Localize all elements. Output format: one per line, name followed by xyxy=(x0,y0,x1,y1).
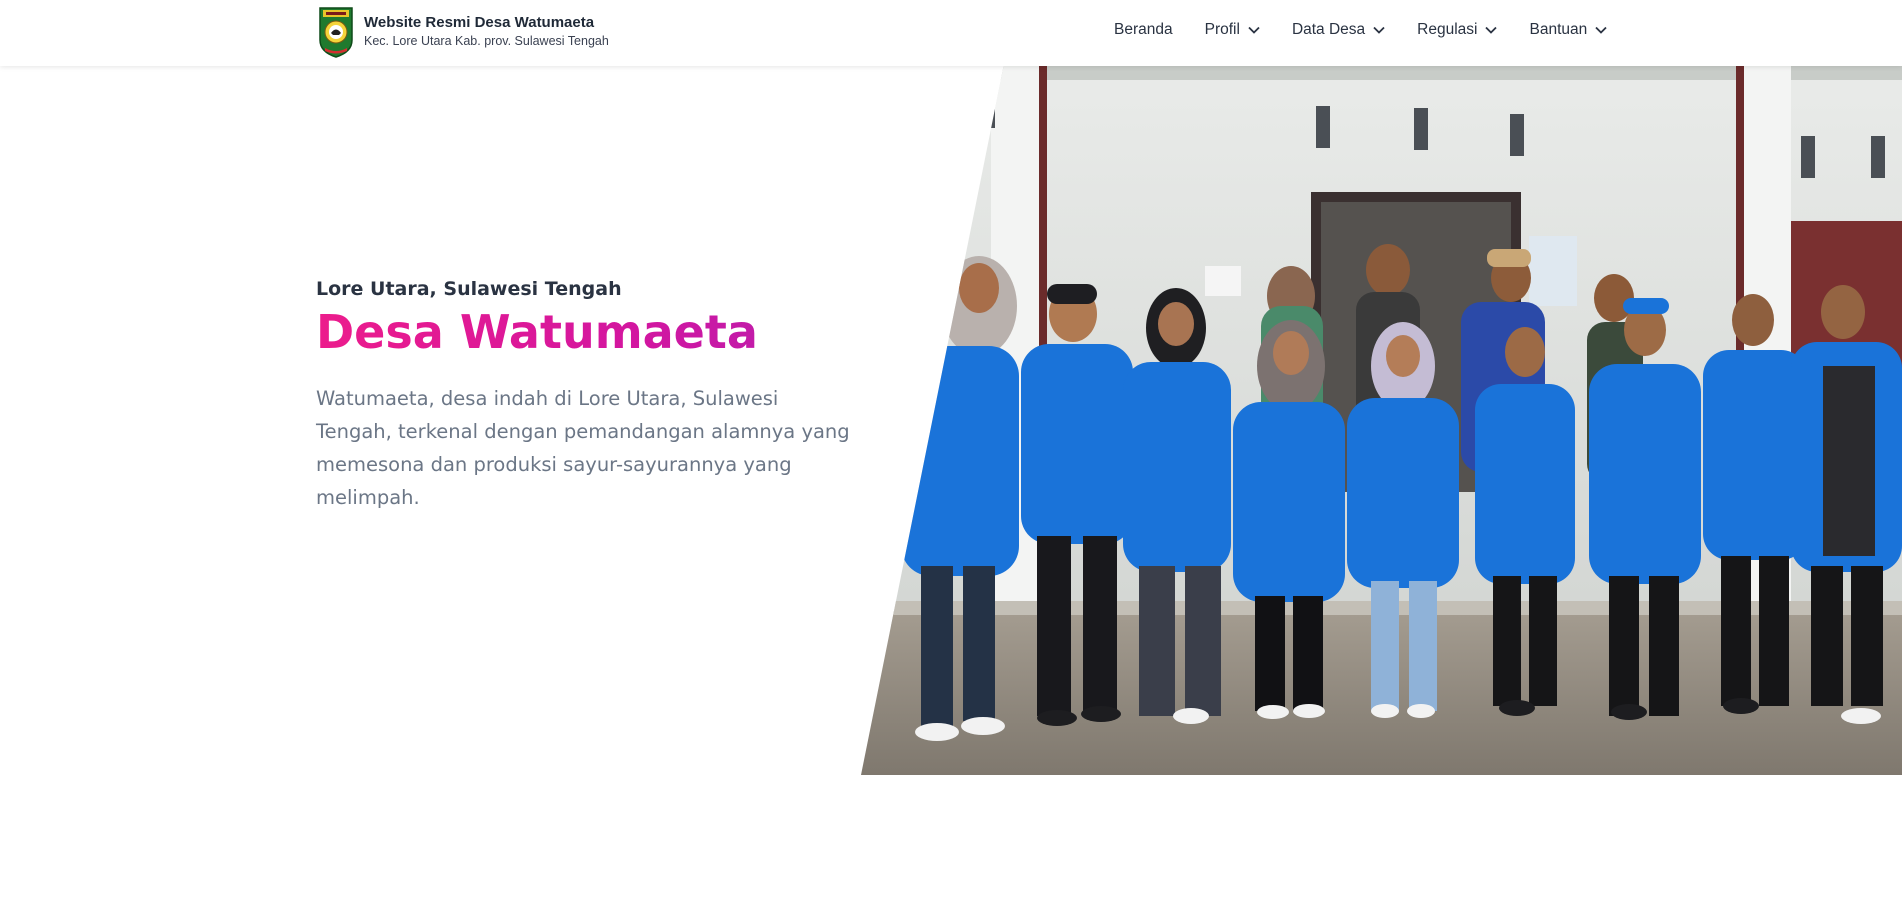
main-nav: Beranda Profil Data Desa Regulasi Bantua… xyxy=(1100,0,1639,60)
brand[interactable]: Website Resmi Desa Watumaeta Kec. Lore U… xyxy=(316,4,609,58)
nav-label-beranda: Beranda xyxy=(1114,21,1173,38)
hero-photo xyxy=(861,66,1902,775)
nav-label-data-desa: Data Desa xyxy=(1291,21,1366,38)
navbar: Website Resmi Desa Watumaeta Kec. Lore U… xyxy=(0,0,1902,66)
chevron-down-icon xyxy=(1248,26,1260,34)
nav-item-data-desa[interactable]: Data Desa xyxy=(1292,21,1385,39)
regency-crest-logo xyxy=(319,7,353,58)
chevron-down-icon xyxy=(1485,26,1498,34)
hero-text: Lore Utara, Sulawesi Tengah Desa Watumae… xyxy=(316,276,856,514)
chevron-down-icon xyxy=(1373,26,1385,34)
nav-item-regulasi[interactable]: Regulasi xyxy=(1417,21,1498,39)
nav-item-beranda[interactable]: Beranda xyxy=(1114,21,1173,39)
site-title: Website Resmi Desa Watumaeta xyxy=(364,13,595,31)
nav-label-profil: Profil xyxy=(1204,21,1240,38)
hero-description: Watumaeta, desa indah di Lore Utara, Sul… xyxy=(316,387,850,509)
nav-item-bantuan[interactable]: Bantuan xyxy=(1529,21,1607,39)
group-photo xyxy=(861,66,1902,775)
hero-eyebrow: Lore Utara, Sulawesi Tengah xyxy=(316,278,622,300)
nav-label-regulasi: Regulasi xyxy=(1417,21,1478,38)
chevron-down-icon xyxy=(1595,26,1607,34)
site-subtitle: Kec. Lore Utara Kab. prov. Sulawesi Teng… xyxy=(364,33,609,48)
nav-label-bantuan: Bantuan xyxy=(1529,21,1588,38)
nav-item-profil[interactable]: Profil xyxy=(1205,21,1260,39)
hero-title: Desa Watumaeta xyxy=(316,304,856,360)
